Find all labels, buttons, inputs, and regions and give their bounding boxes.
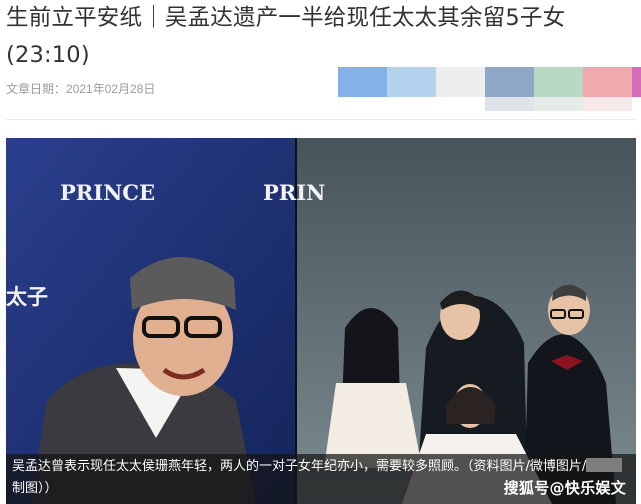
divider [6,119,636,120]
date-label: 文章日期： [6,82,67,96]
article-date: 2021年02月28日 [66,82,156,96]
color-swatch [534,67,583,111]
color-swatch [632,67,641,111]
redacted-block [586,458,623,472]
photo-composite: PRINCE 太子 PRIN [6,138,636,504]
color-swatch [583,67,632,111]
color-swatch [436,67,485,111]
color-swatch [338,67,387,111]
logo-left: PRINCE [60,180,155,205]
color-swatch [485,67,534,111]
color-swatch [387,67,436,111]
logo-right: PRIN [263,180,325,205]
article-title: 生前立平安纸｜吴孟达遗产一半给现任太太其余留5子女(23:10) [6,5,566,68]
logo-left-cn: 太子 [6,285,48,309]
article-date-row: 文章日期：2021年02月28日 [6,80,155,97]
article-photo[interactable]: PRINCE 太子 PRIN 吴孟达曾表示现任太太侯珊燕年轻，两人的一对子女年纪… [6,138,636,504]
photo-caption-bar: 吴孟达曾表示现任太太侯珊燕年轻，两人的一对子女年纪亦小，需要较多照顾。（资料图片… [6,454,636,504]
color-swatch-strip [338,67,641,113]
sohu-watermark: 搜狐号@快乐娱文 [503,479,626,497]
